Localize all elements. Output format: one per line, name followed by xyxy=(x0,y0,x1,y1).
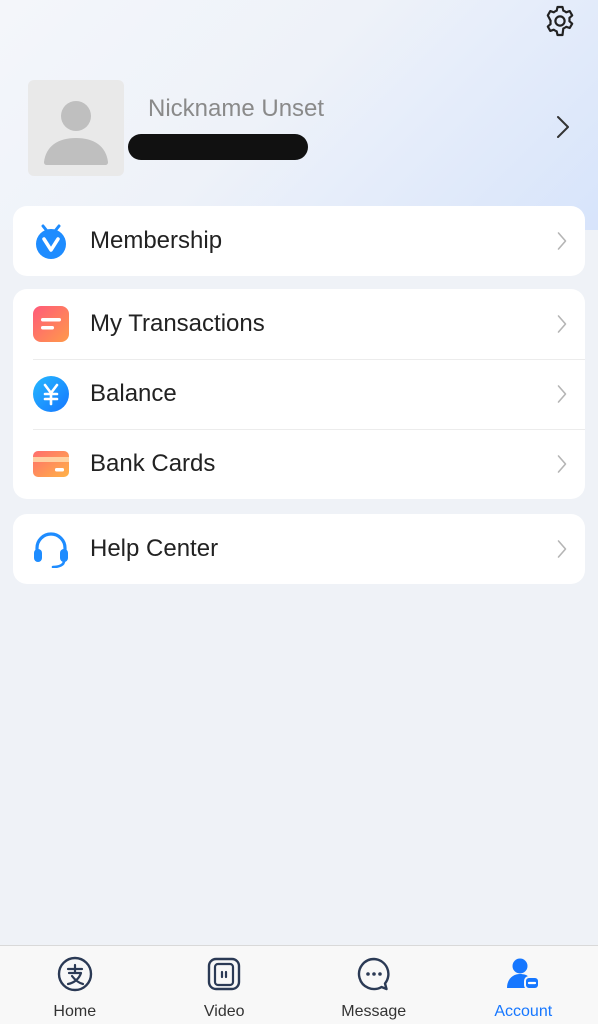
chevron-right-icon xyxy=(557,540,567,558)
menu-item-membership[interactable]: Membership xyxy=(13,206,585,276)
bottom-tab-bar: Home Video Message Account xyxy=(0,945,598,1024)
help-card: Help Center xyxy=(13,514,585,584)
video-icon xyxy=(208,957,241,991)
tab-message[interactable]: Message xyxy=(299,946,449,1024)
menu-label-bank-cards: Bank Cards xyxy=(90,450,216,477)
headset-icon xyxy=(32,530,70,568)
chevron-right-icon xyxy=(557,315,567,333)
transactions-icon xyxy=(32,305,70,343)
profile-header[interactable]: Nickname Unset xyxy=(0,70,598,185)
menu-label-membership: Membership xyxy=(90,227,223,254)
account-icon xyxy=(507,958,541,990)
tab-video[interactable]: Video xyxy=(150,946,300,1024)
menu-item-bank-cards[interactable]: Bank Cards xyxy=(13,429,585,499)
bank-card-icon xyxy=(32,445,70,483)
tab-label-message: Message xyxy=(341,1003,407,1020)
avatar[interactable] xyxy=(28,80,124,176)
finance-card: My Transactions Balance Bank Cards xyxy=(13,289,585,499)
tab-home[interactable]: Home xyxy=(0,946,150,1024)
nickname: Nickname Unset xyxy=(148,95,325,122)
menu-label-balance: Balance xyxy=(90,380,177,407)
menu-item-help-center[interactable]: Help Center xyxy=(13,514,585,584)
chevron-right-icon xyxy=(557,455,567,473)
membership-badge-icon xyxy=(32,222,70,260)
tab-label-account: Account xyxy=(494,1003,553,1020)
menu-label-help-center: Help Center xyxy=(90,535,219,562)
tab-label-home: Home xyxy=(53,1003,97,1020)
alipay-icon xyxy=(57,956,92,992)
default-avatar-icon xyxy=(44,101,108,165)
menu-item-balance[interactable]: Balance xyxy=(13,359,585,429)
membership-card: Membership xyxy=(13,206,585,276)
chevron-right-icon xyxy=(557,385,567,403)
tab-label-video: Video xyxy=(203,1003,245,1020)
menu-label-transactions: My Transactions xyxy=(90,310,265,337)
chevron-right-icon xyxy=(557,232,567,250)
redacted-account-id xyxy=(128,134,308,160)
yuan-coin-icon xyxy=(32,375,70,413)
tab-account[interactable]: Account xyxy=(449,946,598,1024)
message-bubble-icon xyxy=(357,957,390,991)
menu-item-transactions[interactable]: My Transactions xyxy=(13,289,585,359)
gear-icon xyxy=(546,5,574,37)
settings-button[interactable] xyxy=(542,3,578,39)
chevron-right-icon xyxy=(557,116,569,138)
